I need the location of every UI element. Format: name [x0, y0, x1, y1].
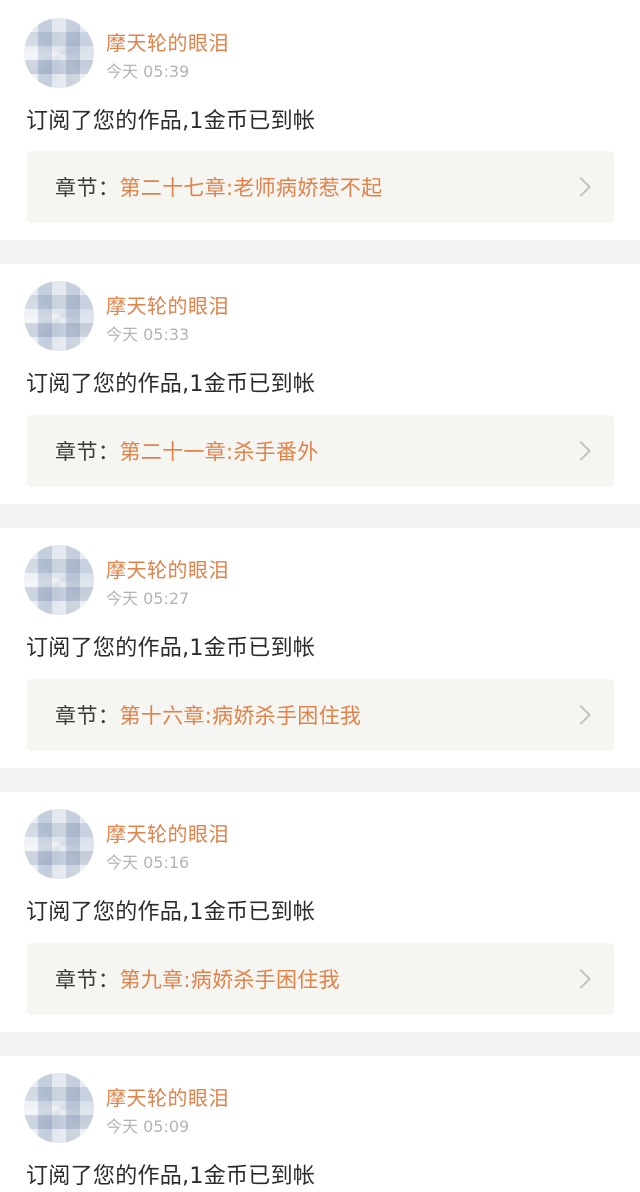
- notification-card: 摩天轮的眼泪 今天 05:33 订阅了您的作品,1金币已到帐 章节： 第二十一章:…: [0, 264, 640, 504]
- chapter-label: 章节：: [55, 440, 120, 464]
- notification-message: 订阅了您的作品,1金币已到帐: [26, 636, 316, 661]
- notification-message: 订阅了您的作品,1金币已到帐: [26, 109, 316, 134]
- notification-feed: 摩天轮的眼泪 今天 05:39 订阅了您的作品,1金币已到帐 章节： 第二十七章:…: [0, 0, 640, 1192]
- chevron-right-icon: [571, 177, 591, 197]
- user-avatar[interactable]: [24, 281, 94, 351]
- section-divider: [0, 768, 640, 792]
- user-avatar[interactable]: [24, 1073, 94, 1143]
- username[interactable]: 摩天轮的眼泪: [106, 290, 229, 319]
- notification-card: 摩天轮的眼泪 今天 05:09 订阅了您的作品,1金币已到帐: [0, 1056, 640, 1192]
- user-avatar[interactable]: [24, 18, 94, 88]
- username[interactable]: 摩天轮的眼泪: [106, 554, 229, 583]
- user-avatar[interactable]: [24, 545, 94, 615]
- username[interactable]: 摩天轮的眼泪: [106, 1082, 229, 1111]
- username[interactable]: 摩天轮的眼泪: [106, 27, 229, 56]
- chapter-title: 第九章:病娇杀手困住我: [119, 968, 340, 992]
- timestamp: 今天 05:39: [106, 62, 190, 81]
- notification-message: 订阅了您的作品,1金币已到帐: [26, 1164, 316, 1189]
- username[interactable]: 摩天轮的眼泪: [106, 818, 229, 847]
- notification-card: 摩天轮的眼泪 今天 05:27 订阅了您的作品,1金币已到帐 章节： 第十六章:病…: [0, 528, 640, 768]
- timestamp: 今天 05:16: [106, 853, 190, 872]
- chapter-label: 章节：: [55, 968, 120, 992]
- timestamp: 今天 05:09: [106, 1117, 190, 1136]
- chevron-right-icon: [571, 969, 591, 989]
- user-avatar[interactable]: [24, 809, 94, 879]
- notification-message: 订阅了您的作品,1金币已到帐: [26, 372, 316, 397]
- chapter-label: 章节：: [55, 704, 120, 728]
- chapter-title: 第二十七章:老师病娇惹不起: [119, 176, 383, 200]
- section-divider: [0, 240, 640, 264]
- chapter-title: 第二十一章:杀手番外: [119, 440, 319, 464]
- timestamp: 今天 05:33: [106, 325, 190, 344]
- chapter-link[interactable]: 章节： 第九章:病娇杀手困住我: [27, 943, 614, 1015]
- notification-card: 摩天轮的眼泪 今天 05:16 订阅了您的作品,1金币已到帐 章节： 第九章:病娇…: [0, 792, 640, 1032]
- chapter-link[interactable]: 章节： 第二十一章:杀手番外: [27, 415, 614, 487]
- notification-message: 订阅了您的作品,1金币已到帐: [26, 900, 316, 925]
- chapter-link[interactable]: 章节： 第二十七章:老师病娇惹不起: [27, 151, 614, 223]
- chapter-title: 第十六章:病娇杀手困住我: [119, 704, 362, 728]
- chapter-link[interactable]: 章节： 第十六章:病娇杀手困住我: [27, 679, 614, 751]
- chevron-right-icon: [571, 441, 591, 461]
- chevron-right-icon: [571, 705, 591, 725]
- notification-card: 摩天轮的眼泪 今天 05:39 订阅了您的作品,1金币已到帐 章节： 第二十七章:…: [0, 0, 640, 240]
- chapter-label: 章节：: [55, 176, 120, 200]
- section-divider: [0, 504, 640, 528]
- section-divider: [0, 1032, 640, 1056]
- timestamp: 今天 05:27: [106, 589, 190, 608]
